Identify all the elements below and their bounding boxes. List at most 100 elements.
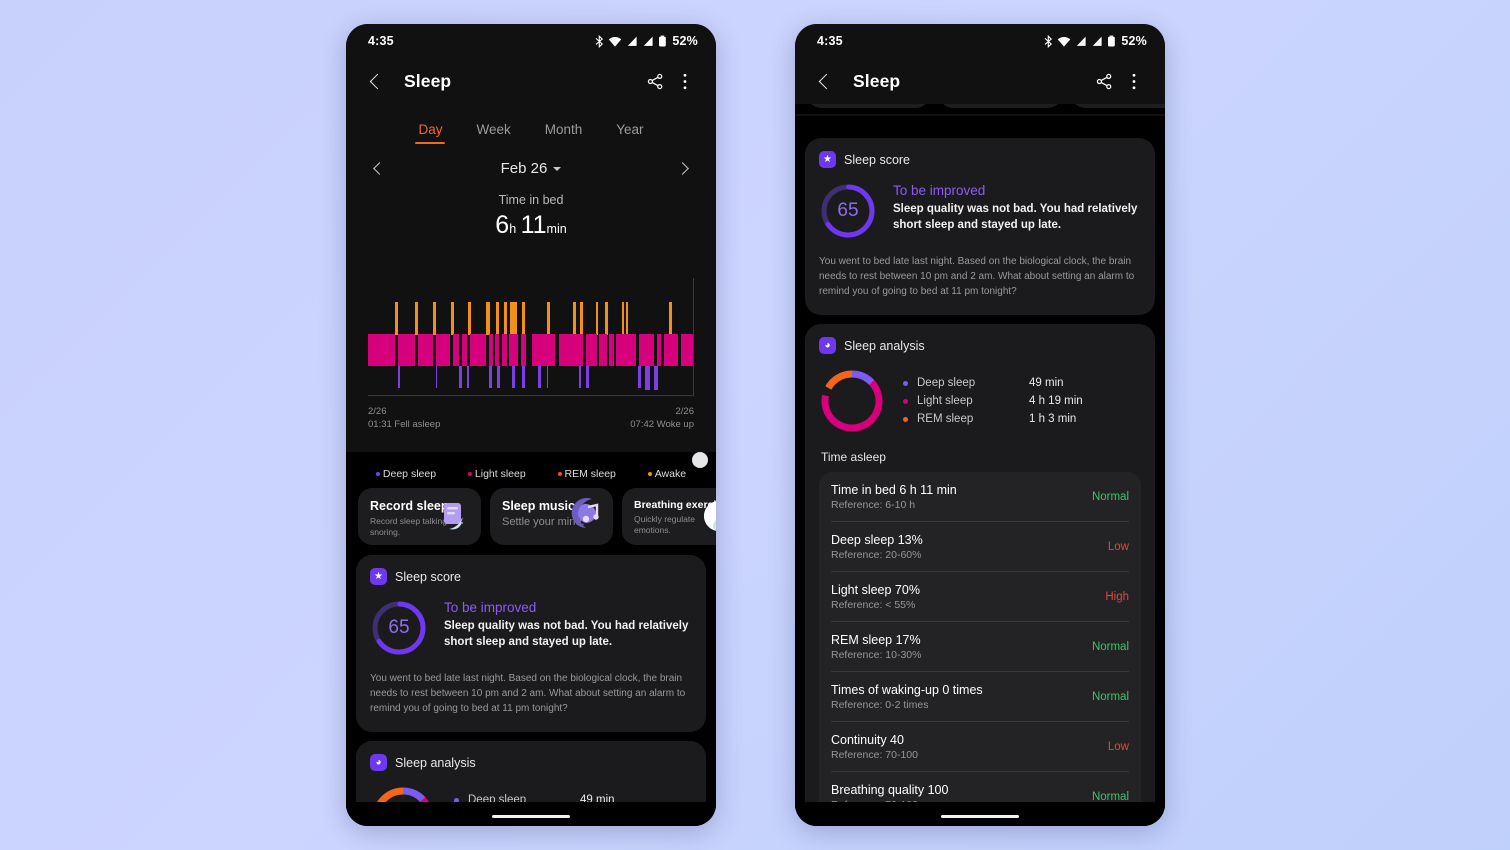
legend-deep-sleep: Deep sleep [375,468,436,480]
metric-reference: Reference: 6-10 h [831,499,916,511]
action-card-sleep-music[interactable]: Sleep music Settle your mind. [490,488,613,545]
sleep-analysis-header: ◕ Sleep analysis [819,337,1141,354]
home-indicator[interactable] [492,814,570,818]
battery-icon [1108,35,1116,46]
sleep-score-verdict: To be improved [893,183,986,198]
metric-reference: Reference: < 55% [831,599,916,611]
signal-icon [644,36,653,46]
time-in-bed-label: Time in bed [498,193,564,207]
scroll-thumb[interactable] [692,452,708,468]
hypnogram-deep-bar [521,366,525,388]
sleep-metrics-list: Time in bed 6 h 11 min Reference: 6-10 h N… [819,472,1141,821]
period-tabs: Day Week Month Year [346,104,716,145]
back-button[interactable] [809,66,839,96]
phone-left-screen: 4:35 52% Sleep Day Week Month Year Feb 2… [346,24,716,826]
metric-name: Breathing quality 100 [831,783,949,797]
metric-row[interactable]: REM sleep 17% Reference: 10-30% Normal [831,622,1129,672]
metric-row[interactable]: Time in bed 6 h 11 min Reference: 6-10 h N… [831,472,1129,522]
wifi-icon [1058,36,1071,47]
hypnogram-deep-bar [537,366,541,388]
hypnogram-rem-bar [580,302,584,335]
sleep-score-card[interactable]: ★ Sleep score 65 To be improved Sleep qu… [805,138,1155,315]
metric-status-badge: Low [1107,541,1129,553]
analysis-item-rem: REM sleep 1 h 3 min [903,410,1141,428]
sleep-score-value: 65 [388,617,410,638]
battery-percent: 52% [672,34,698,48]
tab-year[interactable]: Year [616,122,643,144]
hypnogram-light-bar [462,334,468,366]
metric-name: Time in bed 6 h 11 min [831,483,957,497]
hypnogram-light-bar [532,334,555,366]
metric-row[interactable]: Continuity 40 Reference: 70-100 Low [831,722,1129,772]
hypnogram-deep-bar [459,366,462,388]
pie-chart-icon: ◕ [370,754,387,771]
chevron-down-icon [553,167,562,171]
hypnogram-deep-bar [578,366,581,388]
action-card-row[interactable]: Record sleep Record sleep talking and sn… [346,488,716,555]
more-vertical-icon[interactable] [1119,66,1149,96]
action-card-breathing-exercise[interactable]: Breathing exercise Quickly regulate emot… [622,488,716,545]
metric-row[interactable]: Deep sleep 13% Reference: 20-60% Low [831,522,1129,572]
hypnogram-light-bar [417,334,433,366]
tib-hours: 6 [495,211,510,239]
metric-status-badge: Low [1107,741,1129,753]
hypnogram-light-bar [586,334,597,366]
svg-text:z: z [461,514,466,524]
home-indicator[interactable] [941,814,1019,818]
hypnogram-deep-bar [638,366,642,388]
tab-week[interactable]: Week [476,122,510,144]
share-icon[interactable] [640,66,670,96]
metric-reference: Reference: 0-2 times [831,699,929,711]
legend-awake: Awake [647,468,686,480]
sleep-score-description: Sleep quality was not bad. You had relat… [893,203,1138,231]
hypnogram-deep-bar [546,366,549,388]
bluetooth-icon [596,34,604,48]
legend-light-sleep: Light sleep [467,468,526,480]
metric-row[interactable]: Times of waking-up 0 times Reference: 0-2… [831,672,1129,722]
date-selector[interactable]: Feb 26 [501,160,562,177]
signal-icon [628,36,637,46]
sleep-score-header: ★ Sleep score [370,568,692,585]
sleep-score-verdict: To be improved [444,600,537,615]
sleep-analysis-donut [819,368,885,434]
chart-footer: 2/26 01:31 Fell asleep 2/26 07:42 Woke u… [346,396,716,432]
date-navigator: Feb 26 [346,144,716,187]
tab-day[interactable]: Day [415,122,446,145]
next-day-button[interactable] [668,153,698,183]
metric-status-badge: High [1105,591,1129,603]
sleep-score-note: You went to bed late last night. Based o… [819,256,1135,297]
share-icon[interactable] [1089,66,1119,96]
hypnogram-light-bar [488,334,493,366]
action-card-record-sleep[interactable]: Record sleep Record sleep talking and sn… [358,488,481,545]
metric-row[interactable]: Light sleep 70% Reference: < 55% High [831,572,1129,622]
hypnogram-rem-bar [485,302,490,335]
sleep-analysis-header: ◕ Sleep analysis [370,754,692,771]
status-bar: 4:35 52% [346,24,716,58]
sleep-score-label: Sleep score [395,569,462,584]
hypnogram-rem-bar [668,302,672,335]
more-vertical-icon[interactable] [670,66,700,96]
phone-left: 4:35 52% Sleep Day Week Month Year Feb 2… [346,24,716,826]
hypnogram-light-bar [470,334,486,366]
tab-month[interactable]: Month [545,122,583,144]
hypnogram-rem-bar [626,302,629,335]
status-icons: 52% [1044,34,1147,48]
hypnogram-rem-bar [546,302,550,335]
status-time: 4:35 [368,34,394,48]
sleep-score-value: 65 [837,200,859,221]
card-stack-right: ★ Sleep score 65 To be improved Sleep qu… [795,116,1165,826]
hypnogram-light-bar [656,334,662,366]
back-button[interactable] [360,66,390,96]
hypnogram-chart[interactable] [368,278,694,396]
hypnogram-rem-bar [604,302,608,335]
prev-day-button[interactable] [364,153,394,183]
hypnogram-light-bar [608,334,614,366]
metric-name: Light sleep 70% [831,583,920,597]
page-title: Sleep [404,70,452,91]
sleep-analysis-card[interactable]: ◕ Sleep analysis Deep sleep 49 mi [805,324,1155,826]
bluetooth-icon [1045,34,1053,48]
wifi-icon [609,36,622,47]
sleep-score-card[interactable]: ★ Sleep score 65 To be improved Sleep qu… [356,555,706,732]
sleep-record-icon: z [437,498,473,539]
hypnogram-light-bar [398,334,415,366]
